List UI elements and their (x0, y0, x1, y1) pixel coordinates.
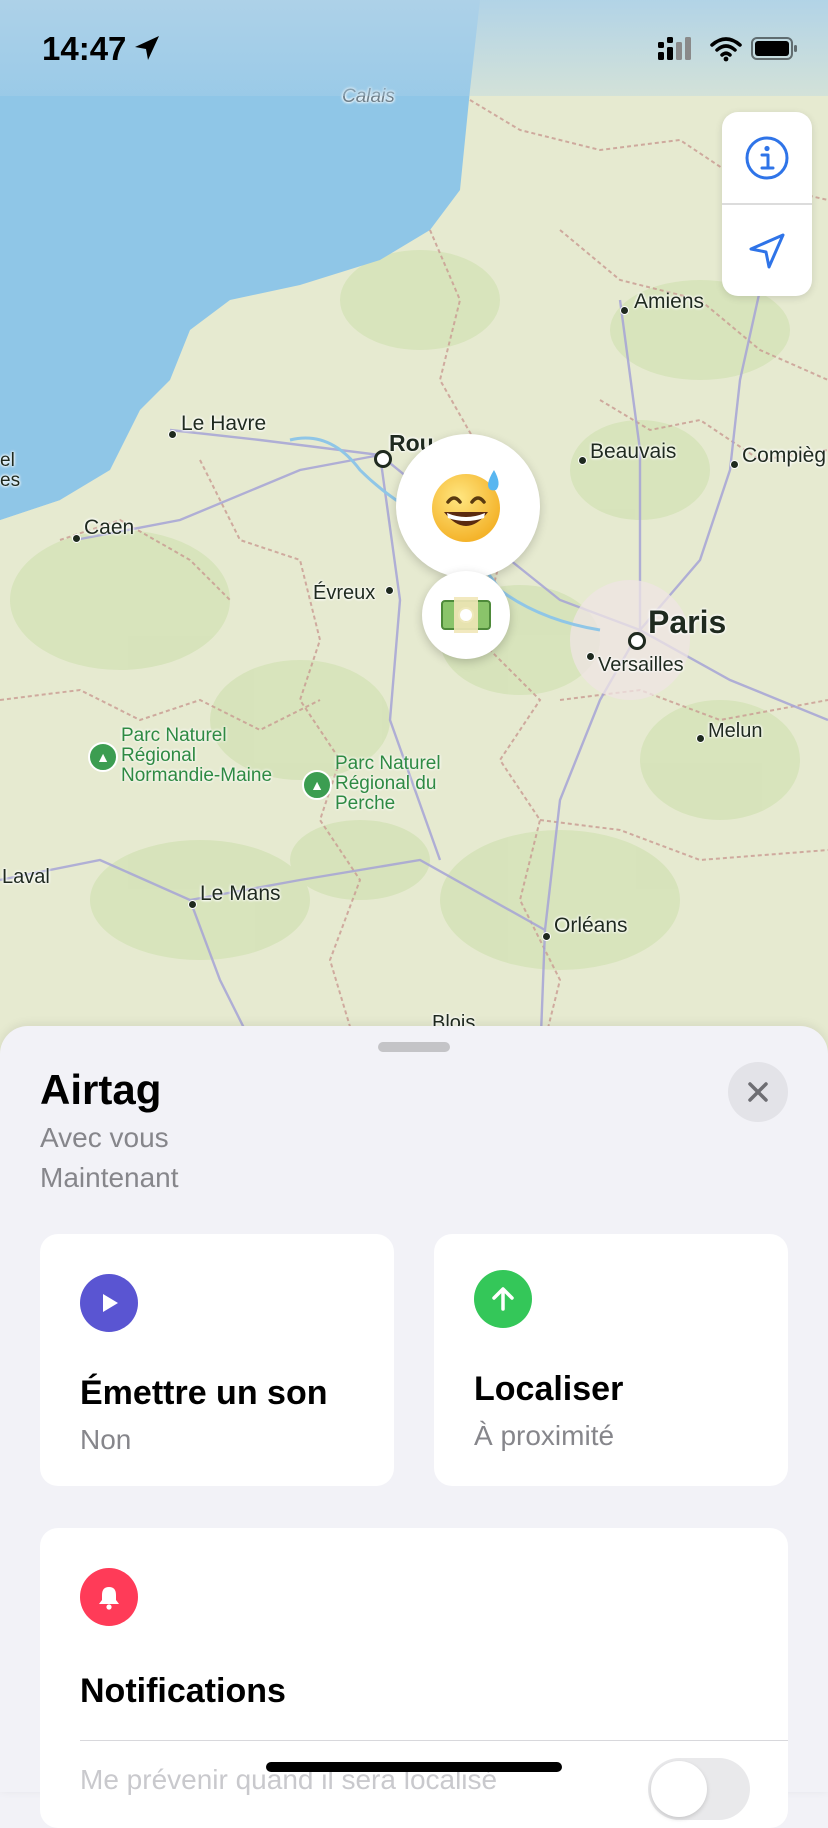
notifications-card: Notifications Me prévenir quand il sera … (40, 1528, 788, 1828)
play-icon (103, 1294, 118, 1312)
map-label-edge-top: el (0, 450, 15, 471)
toggle-knob (651, 1761, 707, 1817)
park-tree-icon: ▲ (302, 770, 332, 800)
map-label-melun[interactable]: Melun (708, 720, 762, 743)
map-dot-amiens (620, 306, 629, 315)
map-dot-evreux (385, 586, 394, 595)
play-sound-title: Émettre un son (80, 1374, 328, 1412)
find-icon-badge (474, 1270, 532, 1328)
map-dot-le-mans (188, 900, 197, 909)
location-services-icon (135, 36, 159, 60)
park-tree-icon: ▲ (88, 742, 118, 772)
play-sound-subtitle: Non (80, 1424, 132, 1455)
map-label-edge-mid: es (0, 470, 21, 491)
notifications-divider (80, 1740, 788, 1741)
status-indicators (658, 37, 797, 62)
find-title: Localiser (474, 1370, 624, 1408)
bell-icon (99, 1587, 119, 1610)
item-detail-sheet: Airtag Avec vous Maintenant Émettre un s… (0, 1026, 828, 1828)
map-label-amiens[interactable]: Amiens (634, 290, 704, 314)
home-indicator[interactable] (266, 1762, 562, 1772)
money-bill-icon: $ (441, 597, 491, 633)
map-label-park-perche[interactable]: Parc Naturel Régional du Perche (335, 754, 441, 814)
location-arrow-icon (749, 233, 785, 268)
map-view[interactable]: Calais Amiens Le Havre Rou Beauvais Comp… (0, 0, 828, 1060)
arrow-up-icon (492, 1287, 514, 1311)
sheet-grabber[interactable] (378, 1042, 450, 1052)
map-dot-melun (696, 734, 705, 743)
map-label-compiegne[interactable]: Compièg (742, 444, 826, 468)
map-label-orleans[interactable]: Orléans (554, 914, 628, 938)
info-icon (745, 136, 789, 179)
owner-location-pin[interactable]: $ (422, 571, 510, 659)
status-time: 14:47 (42, 30, 127, 67)
current-location-button[interactable] (722, 205, 812, 296)
grinning-face-with-sweat-icon (432, 470, 500, 542)
play-sound-icon-badge (80, 1274, 138, 1332)
play-sound-card[interactable]: Émettre un son Non (40, 1234, 394, 1486)
map-label-evreux[interactable]: Évreux (313, 582, 375, 605)
item-status: Avec vous (40, 1122, 169, 1153)
info-button[interactable] (722, 112, 812, 203)
map-label-versailles[interactable]: Versailles (598, 654, 684, 677)
close-icon (748, 1082, 768, 1102)
notifications-title: Notifications (80, 1672, 286, 1710)
notify-when-found-toggle[interactable] (648, 1758, 750, 1820)
airtag-emoji-pin[interactable] (396, 434, 540, 578)
battery-icon (751, 37, 797, 60)
map-dot-compiegne (730, 460, 739, 469)
map-label-laval[interactable]: Laval (2, 866, 50, 889)
map-label-le-mans[interactable]: Le Mans (200, 882, 281, 906)
close-button[interactable] (728, 1062, 788, 1122)
item-updated-time: Maintenant (40, 1162, 179, 1193)
wifi-icon (710, 37, 742, 62)
map-dot-le-havre (168, 430, 177, 439)
status-icons (658, 34, 798, 69)
map-controls (722, 112, 812, 296)
status-bar: 14:47 (0, 0, 828, 96)
map-dot-versailles (586, 652, 595, 661)
map-dot-beauvais (578, 456, 587, 465)
map-dot-caen (72, 534, 81, 543)
map-label-paris[interactable]: Paris (648, 604, 726, 641)
find-subtitle: À proximité (474, 1420, 615, 1451)
map-label-park-normandie-maine[interactable]: Parc Naturel Régional Normandie-Maine (121, 726, 272, 786)
map-label-le-havre[interactable]: Le Havre (181, 412, 266, 436)
map-dot-paris (628, 632, 646, 650)
map-label-caen[interactable]: Caen (84, 516, 134, 540)
cellular-signal-icon (658, 37, 691, 60)
notifications-icon-badge (80, 1568, 138, 1626)
map-dot-orleans (542, 932, 551, 941)
item-title: Airtag (40, 1066, 162, 1113)
find-card[interactable]: Localiser À proximité (434, 1234, 788, 1486)
map-label-beauvais[interactable]: Beauvais (590, 440, 676, 464)
